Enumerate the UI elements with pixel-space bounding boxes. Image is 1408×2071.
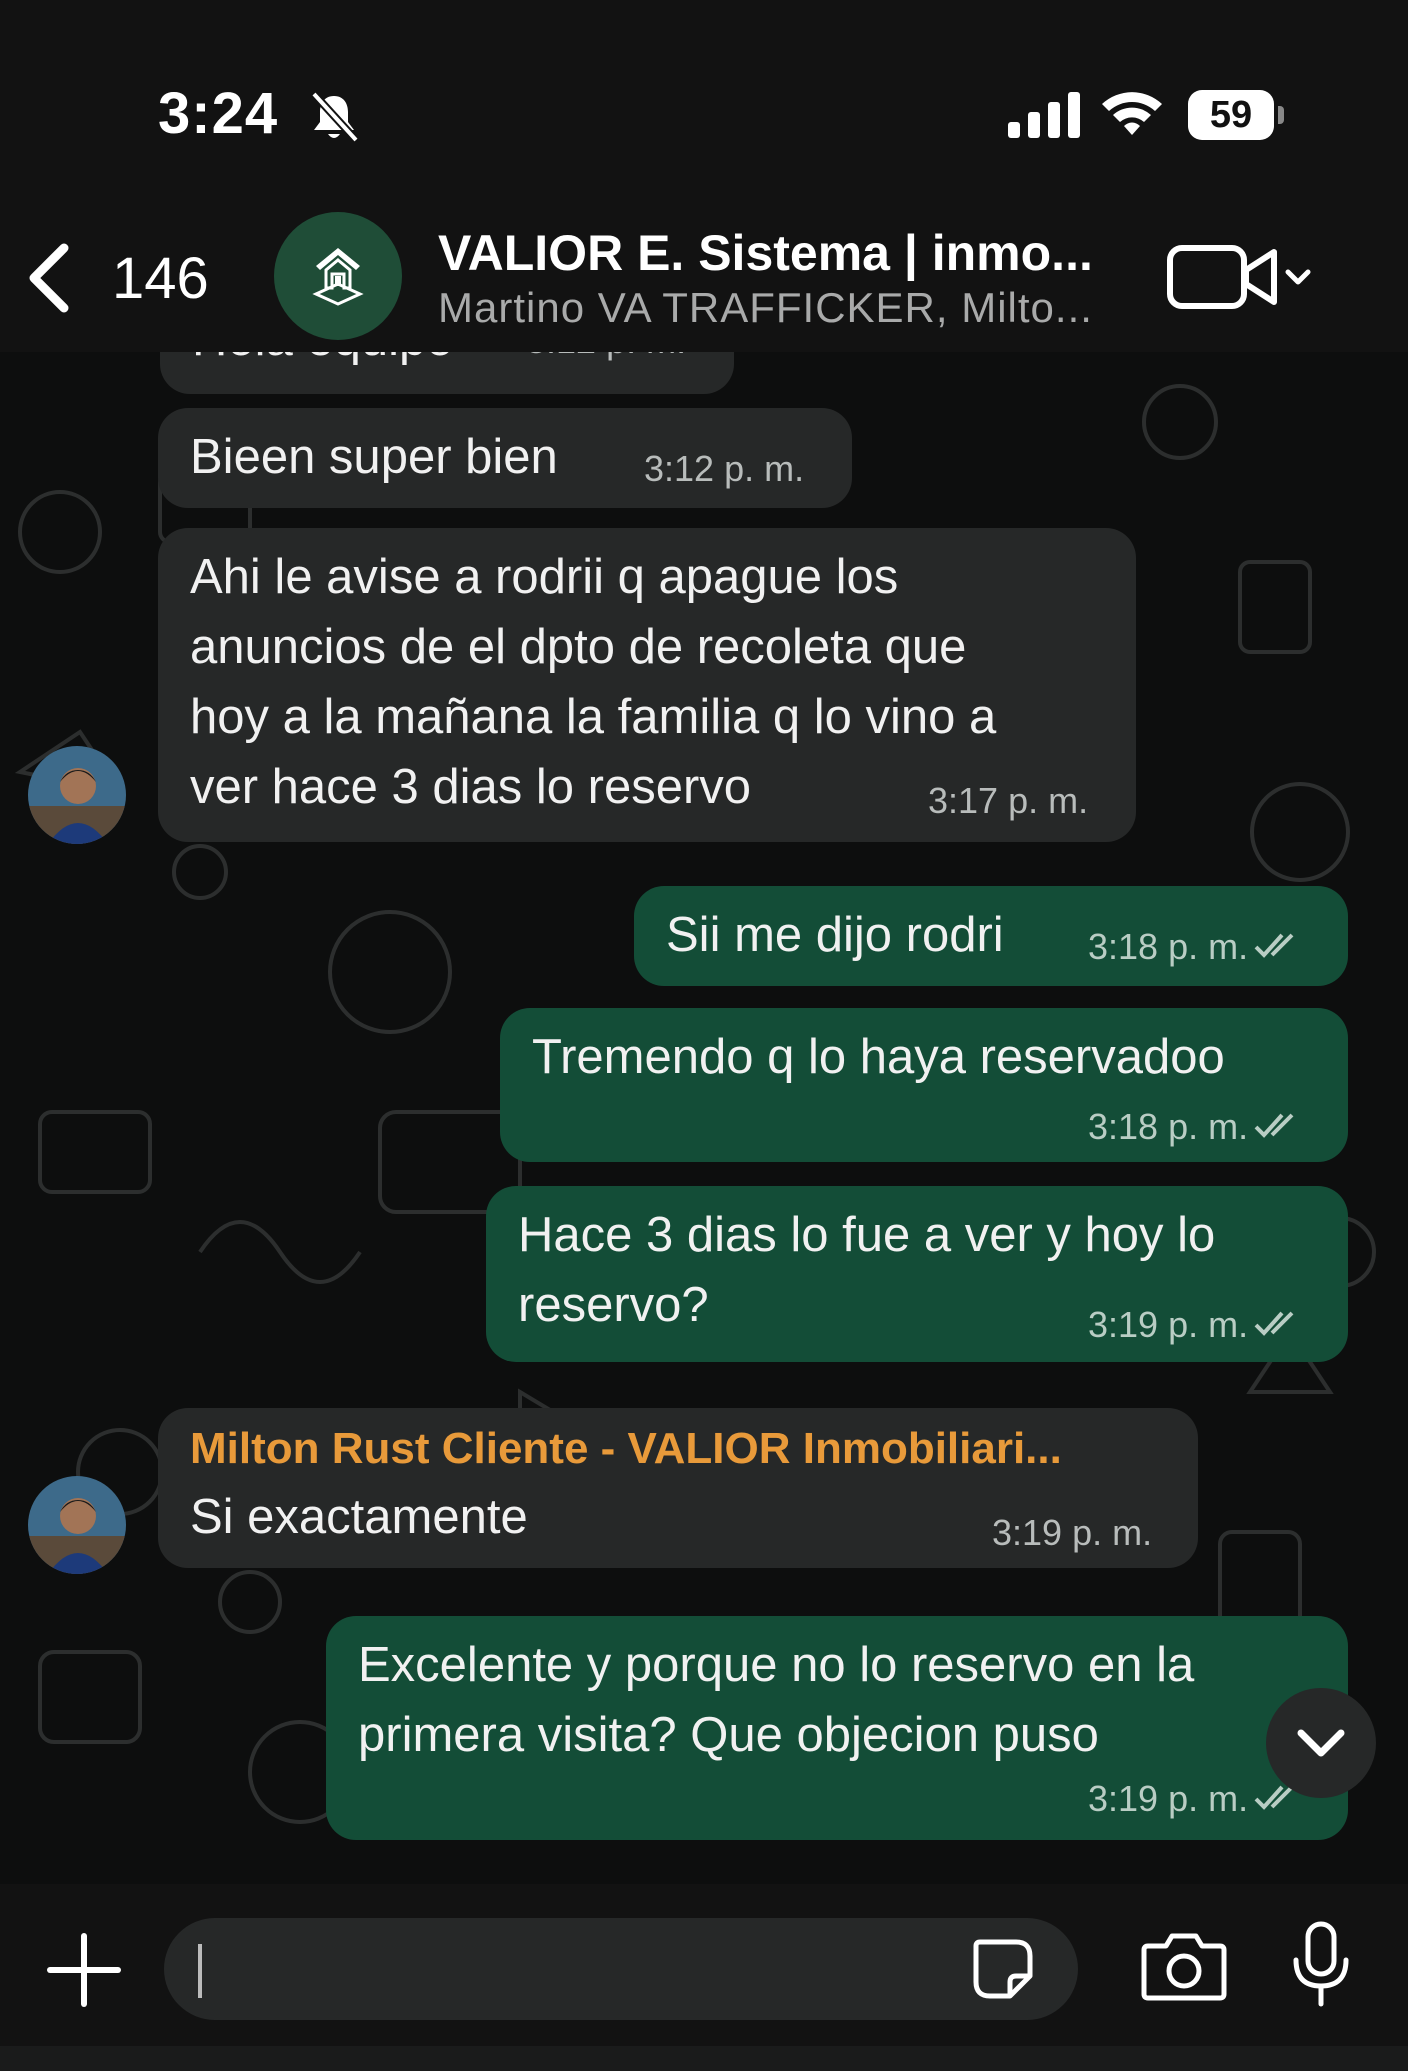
message-text: Tremendo q lo haya reservadoo xyxy=(532,1030,1225,1084)
message-incoming[interactable]: Ahi le avise a rodrii q apague los anunc… xyxy=(158,528,1136,842)
cellular-signal-icon xyxy=(1008,92,1080,138)
scroll-to-bottom-button[interactable] xyxy=(1266,1688,1376,1798)
message-time: 3:19 p. m. xyxy=(992,1512,1153,1553)
message-text: Si exactamente xyxy=(190,1490,528,1544)
message-time: 3:18 p. m. xyxy=(1088,1106,1249,1147)
message-status: 3:18 p. m. xyxy=(1088,1106,1302,1148)
message-text: Bieen super bien xyxy=(190,430,558,484)
status-time: 3:24 xyxy=(158,81,279,146)
plus-icon[interactable] xyxy=(46,1932,122,2008)
chevron-left-icon xyxy=(29,243,69,313)
profile-photo xyxy=(28,1476,126,1574)
video-call-icon xyxy=(1167,245,1277,309)
message-outgoing[interactable]: Sii me dijo rodri 3:18 p. m. xyxy=(634,886,1348,986)
message-text-line: Hace 3 dias lo fue a ver y hoy lo xyxy=(518,1208,1216,1262)
message-status: 3:18 p. m. xyxy=(1088,926,1302,968)
group-logo-icon xyxy=(312,248,364,306)
profile-photo xyxy=(28,746,126,844)
message-incoming[interactable]: Hola equipo 3:12 p. m. xyxy=(160,352,734,394)
battery-level: 59 xyxy=(1188,90,1274,140)
chat-members[interactable]: Martino VA TRAFFICKER, Milto... xyxy=(438,284,1128,332)
unread-count: 146 xyxy=(112,245,209,311)
bell-slash-icon xyxy=(311,91,359,143)
camera-icon[interactable] xyxy=(1140,1928,1228,2004)
message-text-line: Excelente y porque no lo reservo en la xyxy=(358,1638,1195,1692)
message-text-line: hoy a la mañana la familia q lo vino a xyxy=(190,690,997,744)
microphone-icon[interactable] xyxy=(1288,1920,1354,2010)
composer-bar xyxy=(0,1884,1408,2071)
chat-title[interactable]: VALIOR E. Sistema | inmo... xyxy=(438,224,1128,282)
message-incoming[interactable]: Milton Rust Cliente - VALIOR Inmobiliari… xyxy=(158,1408,1198,1568)
message-time: 3:12 p. m. xyxy=(526,352,686,362)
message-time: 3:17 p. m. xyxy=(928,780,1089,821)
message-text-line: ver hace 3 dias lo reservo xyxy=(190,760,752,814)
status-bar: 3:24 59 xyxy=(0,0,1408,200)
wifi-icon xyxy=(1102,92,1162,135)
message-status: 3:19 p. m. xyxy=(1088,1304,1302,1346)
message-time: 3:19 p. m. xyxy=(1088,1304,1249,1345)
message-outgoing[interactable]: Tremendo q lo haya reservadoo 3:18 p. m. xyxy=(500,1008,1348,1162)
message-list[interactable]: Hola equipo 3:12 p. m. Bieen super bien … xyxy=(0,352,1408,1884)
group-avatar[interactable] xyxy=(274,212,402,340)
member-avatar[interactable] xyxy=(28,746,126,844)
message-time: 3:18 p. m. xyxy=(1088,926,1249,967)
bottom-strip xyxy=(0,2046,1408,2071)
message-outgoing[interactable]: Hace 3 dias lo fue a ver y hoy lo reserv… xyxy=(486,1186,1348,1362)
message-input[interactable] xyxy=(164,1918,1078,2020)
message-time: 3:12 p. m. xyxy=(644,448,805,489)
member-avatar[interactable] xyxy=(28,1476,126,1574)
double-check-icon xyxy=(1254,1113,1294,1138)
text-cursor xyxy=(198,1944,202,1998)
message-text-line: primera visita? Que objecion puso xyxy=(358,1708,1099,1762)
message-incoming[interactable]: Bieen super bien 3:12 p. m. xyxy=(158,408,852,508)
back-button[interactable]: 146 xyxy=(26,240,226,316)
sticker-icon[interactable] xyxy=(970,1936,1036,2002)
message-status: 3:19 p. m. xyxy=(1088,1778,1302,1820)
sender-name[interactable]: Milton Rust Cliente - VALIOR Inmobiliari… xyxy=(190,1424,1062,1474)
message-time: 3:19 p. m. xyxy=(1088,1778,1249,1819)
message-text: Hola equipo xyxy=(192,352,454,374)
message-text: Sii me dijo rodri xyxy=(666,908,1004,962)
chevron-down-icon xyxy=(1297,1729,1345,1757)
video-call-button[interactable] xyxy=(1166,240,1316,314)
chat-header: 146 VALIOR E. Sistema | inmo... Martino … xyxy=(0,200,1408,352)
double-check-icon xyxy=(1254,1311,1294,1336)
message-text-line: anuncios de el dpto de recoleta que xyxy=(190,620,967,674)
chevron-down-icon xyxy=(1285,269,1311,285)
battery-icon: 59 xyxy=(1188,90,1286,140)
message-outgoing[interactable]: Excelente y porque no lo reservo en la p… xyxy=(326,1616,1348,1840)
message-text-line: reservo? xyxy=(518,1278,709,1332)
message-text-line: Ahi le avise a rodrii q apague los xyxy=(190,550,899,604)
double-check-icon xyxy=(1254,933,1294,958)
